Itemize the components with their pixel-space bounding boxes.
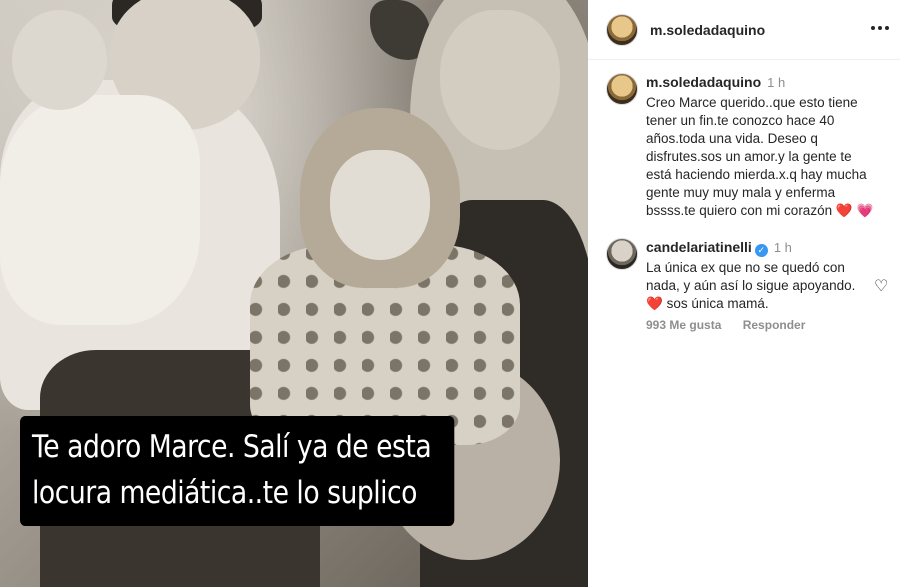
comment-username[interactable]: m.soledadaquino — [646, 74, 761, 90]
post-header: m.soledadaquino — [588, 0, 900, 60]
comment-time[interactable]: 1 h — [774, 240, 792, 255]
comment-body: m.soledadaquino 1 h Creo Marce querido..q… — [646, 73, 876, 220]
author-avatar[interactable] — [606, 14, 638, 46]
verified-badge-icon: ✓ — [754, 244, 768, 257]
comment-text-line-2: sos única mamá. — [666, 296, 769, 311]
post-image[interactable]: Te adoro Marce. Salí ya de esta locura m… — [0, 0, 588, 587]
author-username[interactable]: m.soledadaquino — [650, 22, 765, 38]
likes-count[interactable]: 993 Me gusta — [646, 318, 721, 332]
comment-time[interactable]: 1 h — [767, 75, 785, 90]
caption-line-2: locura mediática..te lo suplico — [32, 475, 417, 511]
caption-line-1: Te adoro Marce. Salí ya de esta — [32, 429, 432, 465]
photo-girl-face — [330, 150, 430, 260]
comment-actions: 993 Me gusta Responder — [646, 318, 823, 332]
photo-baby-head — [12, 10, 107, 110]
comment-username[interactable]: candelariatinelli — [646, 239, 752, 255]
more-horizontal-icon[interactable] — [868, 20, 892, 36]
comments-panel: m.soledadaquino m.soledadaquino 1 h Creo … — [588, 0, 900, 587]
photo-woman-face — [440, 10, 560, 150]
commenter-avatar[interactable] — [606, 73, 638, 105]
comment-text: Creo Marce querido..que esto tiene tener… — [646, 95, 867, 218]
pink-heart-emoji: 💗 — [856, 203, 874, 218]
heart-outline-icon[interactable]: ♡ — [874, 276, 888, 296]
commenter-avatar[interactable] — [606, 238, 638, 270]
comment-text-line-1: La única ex que no se quedó con nada, y … — [646, 260, 856, 293]
red-heart-emoji: ❤️ — [835, 203, 853, 218]
red-heart-emoji: ❤️ — [646, 296, 663, 311]
photo-baby-body — [0, 95, 200, 325]
comment-body: candelariatinelli ✓ 1 h La única ex que no… — [646, 238, 876, 313]
reply-button[interactable]: Responder — [743, 318, 806, 332]
image-caption-overlay: Te adoro Marce. Salí ya de esta locura m… — [20, 416, 455, 526]
